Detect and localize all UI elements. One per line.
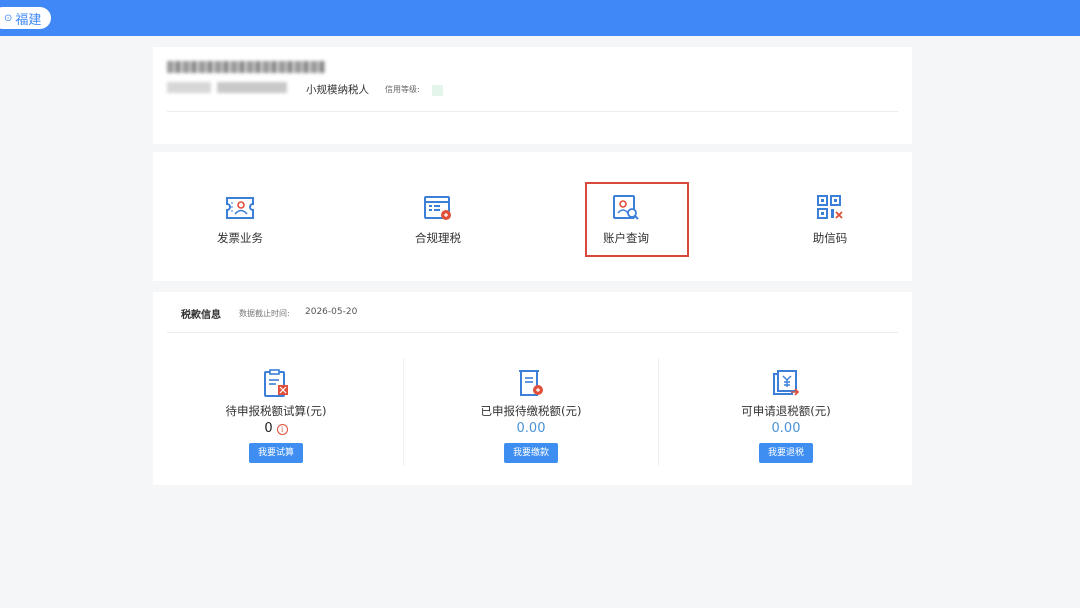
taxpayer-number-redacted — [217, 82, 287, 93]
estimate-button[interactable]: 我要试算 — [248, 443, 303, 463]
region-label: 福建 — [15, 12, 42, 28]
location-pin-icon: ⊙ — [4, 12, 13, 24]
service-compliance[interactable]: 合规理税 — [343, 152, 533, 281]
region-selector[interactable]: ⊙ 福建 — [0, 7, 52, 29]
credit-rating-value-redacted — [432, 85, 443, 96]
service-label: 账户查询 — [603, 231, 649, 245]
column-divider — [658, 358, 659, 466]
taxpayer-id-redacted — [167, 82, 211, 93]
amount-value: 0.00 — [771, 421, 801, 436]
declared-unpaid-tax: 已申报待缴税额(元) 0.00 我要缴款 — [411, 368, 651, 463]
account-search-icon — [613, 195, 639, 220]
item-name: 待申报税额试算(元) — [225, 404, 327, 418]
service-invoice[interactable]: 发票业务 — [145, 152, 335, 281]
clipboard-calc-icon — [264, 369, 288, 397]
taxpayer-type: 小规模纳税人 — [306, 84, 369, 96]
compliance-calendar-icon — [424, 196, 451, 220]
taxpayer-name-redacted — [167, 61, 325, 73]
amount-value: 0.00 — [516, 421, 546, 436]
data-cutoff-label: 数据截止时间: — [239, 309, 290, 318]
service-label: 合规理税 — [415, 231, 461, 245]
amount-row: 0 i — [264, 421, 288, 437]
services-card: 发票业务 合规理税 账户查询 助信码 — [153, 152, 912, 281]
item-name: 可申请退税额(元) — [741, 404, 831, 418]
service-label: 助信码 — [812, 231, 848, 245]
column-divider — [403, 358, 404, 466]
item-name: 已申报待缴税额(元) — [480, 404, 582, 418]
divider — [167, 111, 898, 112]
info-icon[interactable]: i — [276, 423, 288, 435]
pay-button[interactable]: 我要缴款 — [503, 443, 558, 463]
tax-info-title: 税款信息 — [181, 310, 221, 321]
amount-value: 0 — [264, 421, 273, 436]
data-cutoff-date: 2026-05-20 — [305, 307, 358, 317]
refund-yuan-icon — [773, 370, 800, 396]
credit-rating-label: 信用等级: — [385, 85, 420, 94]
document-pay-icon — [519, 370, 543, 396]
refund-button[interactable]: 我要退税 — [758, 443, 813, 463]
divider — [167, 332, 898, 333]
taxpayer-profile-card: 小规模纳税人 信用等级: — [153, 47, 912, 144]
tax-info-card: 税款信息 数据截止时间: 2026-05-20 待申报税额试算(元) 0 i 我… — [153, 292, 912, 485]
pending-declaration-estimate: 待申报税额试算(元) 0 i 我要试算 — [156, 368, 396, 463]
service-account-query[interactable]: 账户查询 — [531, 152, 721, 281]
top-header-bar: ⊙ 福建 — [0, 0, 1080, 36]
refundable-tax: 可申请退税额(元) 0.00 我要退税 — [666, 368, 906, 463]
service-label: 发票业务 — [217, 231, 263, 245]
service-credit-code[interactable]: 助信码 — [735, 152, 925, 281]
qr-code-icon — [817, 195, 843, 219]
invoice-ticket-icon — [226, 197, 254, 219]
